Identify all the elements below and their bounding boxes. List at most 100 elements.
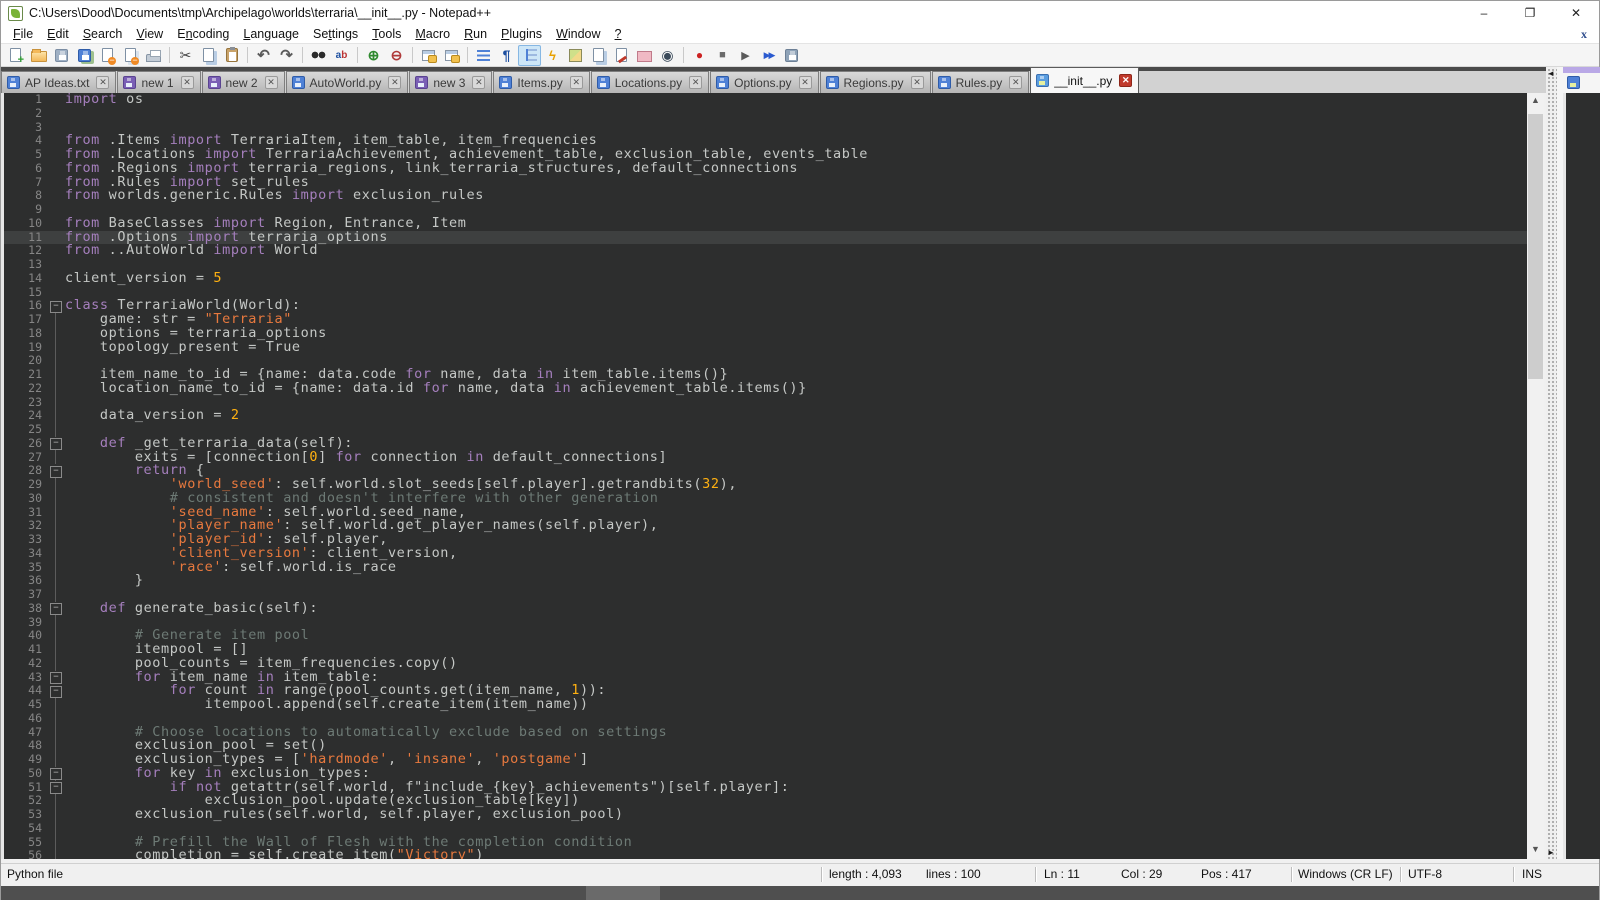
menu-window[interactable]: Window [549,26,607,42]
status-encoding[interactable]: UTF-8 [1408,867,1442,881]
tab-regions-py[interactable]: Regions.py✕ [820,71,931,93]
menu-edit[interactable]: Edit [40,26,76,42]
record-icon[interactable]: ● [688,45,711,66]
copy-icon[interactable] [197,45,220,66]
menu-settings[interactable]: Settings [306,26,365,42]
play-icon[interactable]: ▶ [734,45,757,66]
tab-close-icon[interactable]: ✕ [472,76,485,89]
code-line-12[interactable]: 12from ..AutoWorld import World [4,244,1527,258]
word-wrap-icon[interactable] [472,45,495,66]
minimize-button[interactable]: – [1461,1,1507,25]
tab-close-icon[interactable]: ✕ [265,76,278,89]
replace-icon[interactable]: a [330,45,353,66]
indent-guide-icon[interactable] [518,45,541,66]
doc-map-icon[interactable] [564,45,587,66]
code-line-36[interactable]: 36 } [4,574,1527,588]
scrollbar-thumb[interactable] [1528,114,1543,379]
multi-play-icon[interactable]: ▶▶ [757,45,780,66]
undo-icon[interactable]: ↶ [252,45,275,66]
redo-icon[interactable]: ↷ [275,45,298,66]
cut-icon[interactable]: ✂ [174,45,197,66]
tab-close-icon[interactable]: ✕ [911,76,924,89]
sync-v-icon[interactable] [417,45,440,66]
user-dialog-icon[interactable]: ϟ [541,45,564,66]
fold-collapse-icon[interactable] [48,684,65,698]
code-line-38[interactable]: 38 def generate_basic(self): [4,602,1527,616]
menu-tools[interactable]: Tools [365,26,408,42]
view-splitter[interactable]: ◄ ► [1546,67,1557,859]
workspace-folder-icon[interactable] [633,45,656,66]
open-folder-icon[interactable] [27,45,50,66]
code-line-24[interactable]: 24 data_version = 2 [4,409,1527,423]
fold-collapse-icon[interactable] [48,602,65,616]
status-eol-format[interactable]: Windows (CR LF) [1298,867,1393,881]
fold-collapse-icon[interactable] [48,767,65,781]
tab-locations-py[interactable]: Locations.py✕ [591,71,709,93]
tab-options-py[interactable]: Options.py✕ [710,71,818,93]
fold-collapse-icon[interactable] [48,299,65,313]
menu-file[interactable]: File [6,26,40,42]
tab-new-1[interactable]: new 1✕ [117,71,200,93]
fold-collapse-icon[interactable] [48,671,65,685]
tab-new-2[interactable]: new 2✕ [202,71,285,93]
sync-h-icon[interactable] [440,45,463,66]
restore-button[interactable]: ❐ [1507,1,1553,25]
secondary-view-editor[interactable] [1563,93,1600,859]
menu-plugins[interactable]: Plugins [494,26,549,42]
menubar-close-icon[interactable]: x [1581,27,1587,42]
tab-autoworld-py[interactable]: AutoWorld.py✕ [286,71,409,93]
print-icon[interactable] [142,45,165,66]
fold-collapse-icon[interactable] [48,781,65,795]
status-insert-mode[interactable]: INS [1522,867,1542,881]
save-icon[interactable] [50,45,73,66]
tab-close-icon[interactable]: ✕ [689,76,702,89]
code-line-2[interactable]: 2 [4,107,1527,121]
tab-ap-ideas-txt[interactable]: AP Ideas.txt✕ [1,71,116,93]
close-button[interactable]: ✕ [1553,1,1599,25]
tab-new-3[interactable]: new 3✕ [409,71,492,93]
menu-search[interactable]: Search [76,26,130,42]
fold-collapse-icon[interactable] [48,464,65,478]
menu-view[interactable]: View [129,26,170,42]
tab-items-py[interactable]: Items.py✕ [493,71,589,93]
new-file-icon[interactable] [4,45,27,66]
code-line-35[interactable]: 35 'race': self.world.is_race [4,561,1527,575]
tab--init-py[interactable]: __init__.py✕ [1030,67,1139,93]
menu-run[interactable]: Run [457,26,494,42]
code-line-53[interactable]: 53 exclusion_rules(self.world, self.play… [4,808,1527,822]
tab-close-icon[interactable]: ✕ [1119,74,1132,87]
close-doc-icon[interactable] [96,45,119,66]
stop-icon[interactable]: ■ [711,45,734,66]
tab-close-icon[interactable]: ✕ [388,76,401,89]
tab-close-icon[interactable]: ✕ [570,76,583,89]
code-line-56[interactable]: 56 completion = self.create_item("Victor… [4,849,1527,859]
fold-collapse-icon[interactable] [48,437,65,451]
scroll-up-arrow-icon[interactable]: ▲ [1527,93,1544,110]
monitoring-icon[interactable]: ◉ [656,45,679,66]
code-line-13[interactable]: 13 [4,258,1527,272]
code-line-1[interactable]: 1import os [4,93,1527,107]
tab-close-icon[interactable]: ✕ [181,76,194,89]
menu-macro[interactable]: Macro [408,26,457,42]
tab-close-icon[interactable]: ✕ [799,76,812,89]
menu-encoding[interactable]: Encoding [170,26,236,42]
zoom-out-icon[interactable]: ⊖ [385,45,408,66]
save-all-icon[interactable] [73,45,96,66]
code-line-8[interactable]: 8from worlds.generic.Rules import exclus… [4,189,1527,203]
save-macro-icon[interactable] [780,45,803,66]
find-icon[interactable] [307,45,330,66]
tab-close-icon[interactable]: ✕ [1009,76,1022,89]
code-line-14[interactable]: 14client_version = 5 [4,272,1527,286]
code-line-19[interactable]: 19 topology_present = True [4,341,1527,355]
code-line-22[interactable]: 22 location_name_to_id = {name: data.id … [4,382,1527,396]
scroll-down-arrow-icon[interactable]: ▼ [1527,842,1544,859]
code-line-27[interactable]: 27 exits = [connection[0] for connection… [4,451,1527,465]
tab-rules-py[interactable]: Rules.py✕ [932,71,1030,93]
menu-language[interactable]: Language [236,26,306,42]
show-all-chars-icon[interactable]: ¶ [495,45,518,66]
code-line-45[interactable]: 45 itempool.append(self.create_item(item… [4,698,1527,712]
function-list-icon[interactable] [610,45,633,66]
menu-?[interactable]: ? [608,26,629,42]
code-editor[interactable]: 1import os234from .Items import Terraria… [1,93,1527,859]
tab-close-icon[interactable]: ✕ [96,76,109,89]
